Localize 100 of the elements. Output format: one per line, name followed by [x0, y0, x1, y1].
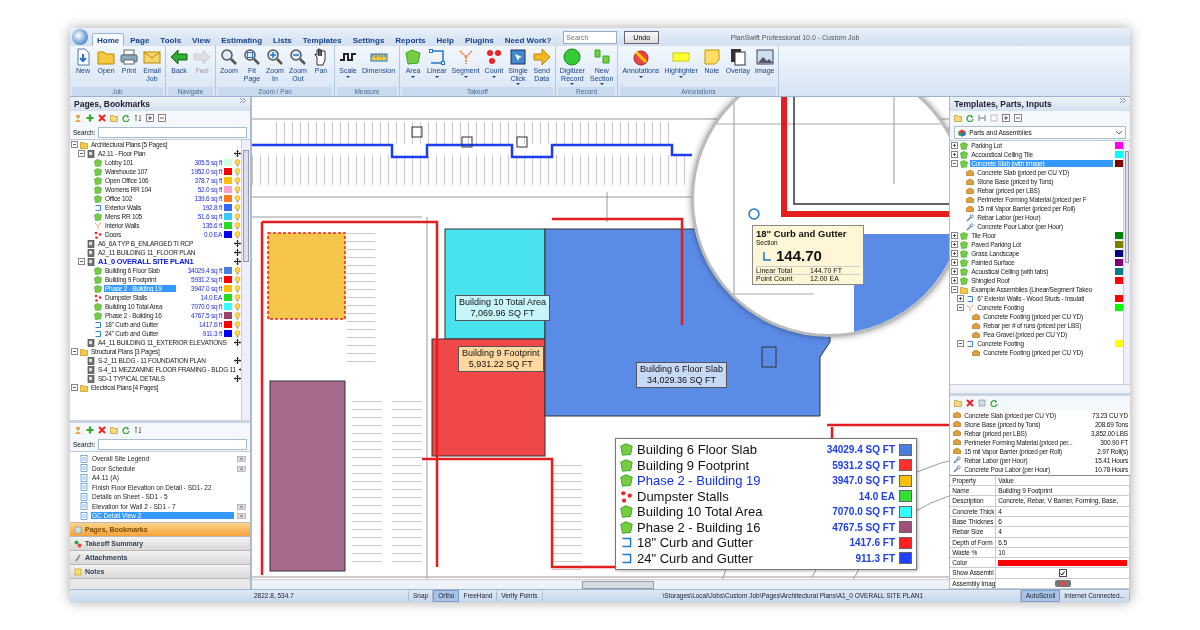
lightbulb-icon[interactable]	[234, 221, 241, 230]
refresh-icon[interactable]	[122, 114, 130, 122]
expand-toggle[interactable]	[951, 259, 959, 266]
list-icon[interactable]	[978, 398, 987, 407]
menu-tab[interactable]: Settings	[347, 33, 390, 46]
collapse-panel-icon[interactable]	[1119, 97, 1126, 104]
expand-toggle[interactable]	[951, 268, 959, 275]
menu-tab[interactable]: Templates	[297, 33, 347, 46]
color-swatch[interactable]	[224, 159, 232, 166]
menu-tab[interactable]: Home	[92, 33, 125, 46]
expand-toggle[interactable]	[951, 250, 959, 257]
color-swatch[interactable]	[224, 168, 232, 175]
menu-tab[interactable]: Estimating	[216, 33, 268, 46]
sort-icon[interactable]	[134, 426, 142, 434]
color-swatch[interactable]	[224, 303, 232, 310]
color-swatch[interactable]	[1115, 304, 1123, 311]
expand-toggle[interactable]	[957, 295, 965, 302]
expand-toggle[interactable]	[951, 241, 959, 248]
color-swatch[interactable]	[1115, 241, 1123, 248]
color-swatch[interactable]	[1115, 160, 1123, 167]
collapse-all-icon[interactable]	[1014, 114, 1023, 122]
color-swatch[interactable]	[224, 312, 232, 319]
expand-toggle[interactable]	[951, 151, 959, 158]
color-swatch[interactable]	[224, 276, 232, 283]
lightbulb-icon[interactable]	[234, 167, 241, 176]
color-swatch[interactable]	[224, 186, 232, 193]
expand-toggle[interactable]	[951, 232, 959, 239]
lightbulb-icon[interactable]	[234, 311, 241, 320]
collapse-toggle[interactable]	[951, 160, 959, 167]
folder-icon[interactable]	[954, 114, 963, 122]
color-swatch[interactable]	[224, 204, 232, 211]
checkbox[interactable]	[1058, 569, 1067, 578]
folder-icon[interactable]	[954, 398, 963, 407]
collapse-toggle[interactable]	[71, 384, 78, 391]
folder-icon[interactable]	[110, 426, 118, 434]
menu-tab[interactable]: Tools	[155, 33, 187, 46]
search-field[interactable]	[98, 438, 247, 450]
lightbulb-icon[interactable]	[234, 293, 241, 302]
refresh-icon[interactable]	[966, 114, 975, 122]
search-field[interactable]	[98, 126, 247, 138]
lightbulb-icon[interactable]	[234, 302, 241, 311]
color-swatch[interactable]	[224, 330, 232, 337]
lightbulb-icon[interactable]	[234, 185, 241, 194]
collapse-toggle[interactable]	[951, 286, 959, 293]
person-icon[interactable]	[74, 114, 82, 122]
delete-icon[interactable]	[98, 114, 106, 122]
scrollbar[interactable]	[252, 579, 950, 589]
color-swatch[interactable]	[1115, 295, 1123, 302]
menu-tab[interactable]: Lists	[268, 33, 297, 46]
color-swatch[interactable]	[1115, 277, 1123, 284]
sort-icon[interactable]	[134, 114, 142, 122]
delete-icon[interactable]	[966, 398, 975, 407]
plus-icon[interactable]	[86, 426, 94, 434]
scrollbar[interactable]	[241, 140, 250, 420]
color-swatch[interactable]	[224, 285, 232, 292]
scrollbar[interactable]	[950, 383, 1130, 393]
lightbulb-icon[interactable]	[234, 212, 241, 221]
color-swatch[interactable]	[224, 213, 232, 220]
collapse-panel-icon[interactable]	[239, 97, 246, 104]
collapse-toggle[interactable]	[957, 304, 965, 311]
color-swatch[interactable]	[224, 267, 232, 274]
color-swatch[interactable]	[1115, 250, 1123, 257]
menu-tab[interactable]: Need Work?	[499, 33, 557, 46]
menu-tab[interactable]: Page	[125, 33, 155, 46]
color-swatch[interactable]	[1115, 340, 1123, 347]
expand-toggle[interactable]	[951, 142, 959, 149]
color-swatch[interactable]	[224, 294, 232, 301]
color-swatch[interactable]	[1115, 232, 1123, 239]
lightbulb-icon[interactable]	[234, 284, 241, 293]
menu-tab[interactable]: View	[187, 33, 216, 46]
refresh-icon[interactable]	[990, 398, 999, 407]
app-menu-button[interactable]	[72, 29, 88, 45]
menu-tab[interactable]: Plugins	[459, 33, 499, 46]
delete-icon[interactable]	[98, 426, 106, 434]
refresh-icon[interactable]	[122, 426, 130, 434]
color-swatch[interactable]	[1115, 259, 1123, 266]
menu-tab[interactable]: Help	[431, 33, 459, 46]
menu-tab[interactable]: Reports	[390, 33, 431, 46]
folder-icon[interactable]	[110, 114, 118, 122]
width-icon[interactable]	[978, 114, 987, 122]
plus-icon[interactable]	[86, 114, 94, 122]
color-swatch[interactable]	[1115, 268, 1123, 275]
collapse-toggle[interactable]	[78, 150, 85, 157]
color-swatch[interactable]	[1115, 142, 1123, 149]
collapse-all-icon[interactable]	[158, 114, 166, 122]
collapse-toggle[interactable]	[71, 348, 78, 355]
color-swatch[interactable]	[1115, 151, 1123, 158]
color-swatch[interactable]	[224, 177, 232, 184]
collapse-toggle[interactable]	[957, 340, 965, 347]
lightbulb-icon[interactable]	[234, 194, 241, 203]
lightbulb-icon[interactable]	[234, 320, 241, 329]
color-field[interactable]	[998, 559, 1127, 566]
collapse-toggle[interactable]	[78, 258, 85, 265]
color-swatch[interactable]	[224, 231, 232, 238]
lightbulb-icon[interactable]	[234, 176, 241, 185]
expand-toggle[interactable]	[951, 277, 959, 284]
color-swatch[interactable]	[224, 321, 232, 328]
lightbulb-icon[interactable]	[234, 275, 241, 284]
lightbulb-icon[interactable]	[234, 203, 241, 212]
collapse-toggle[interactable]	[71, 141, 78, 148]
